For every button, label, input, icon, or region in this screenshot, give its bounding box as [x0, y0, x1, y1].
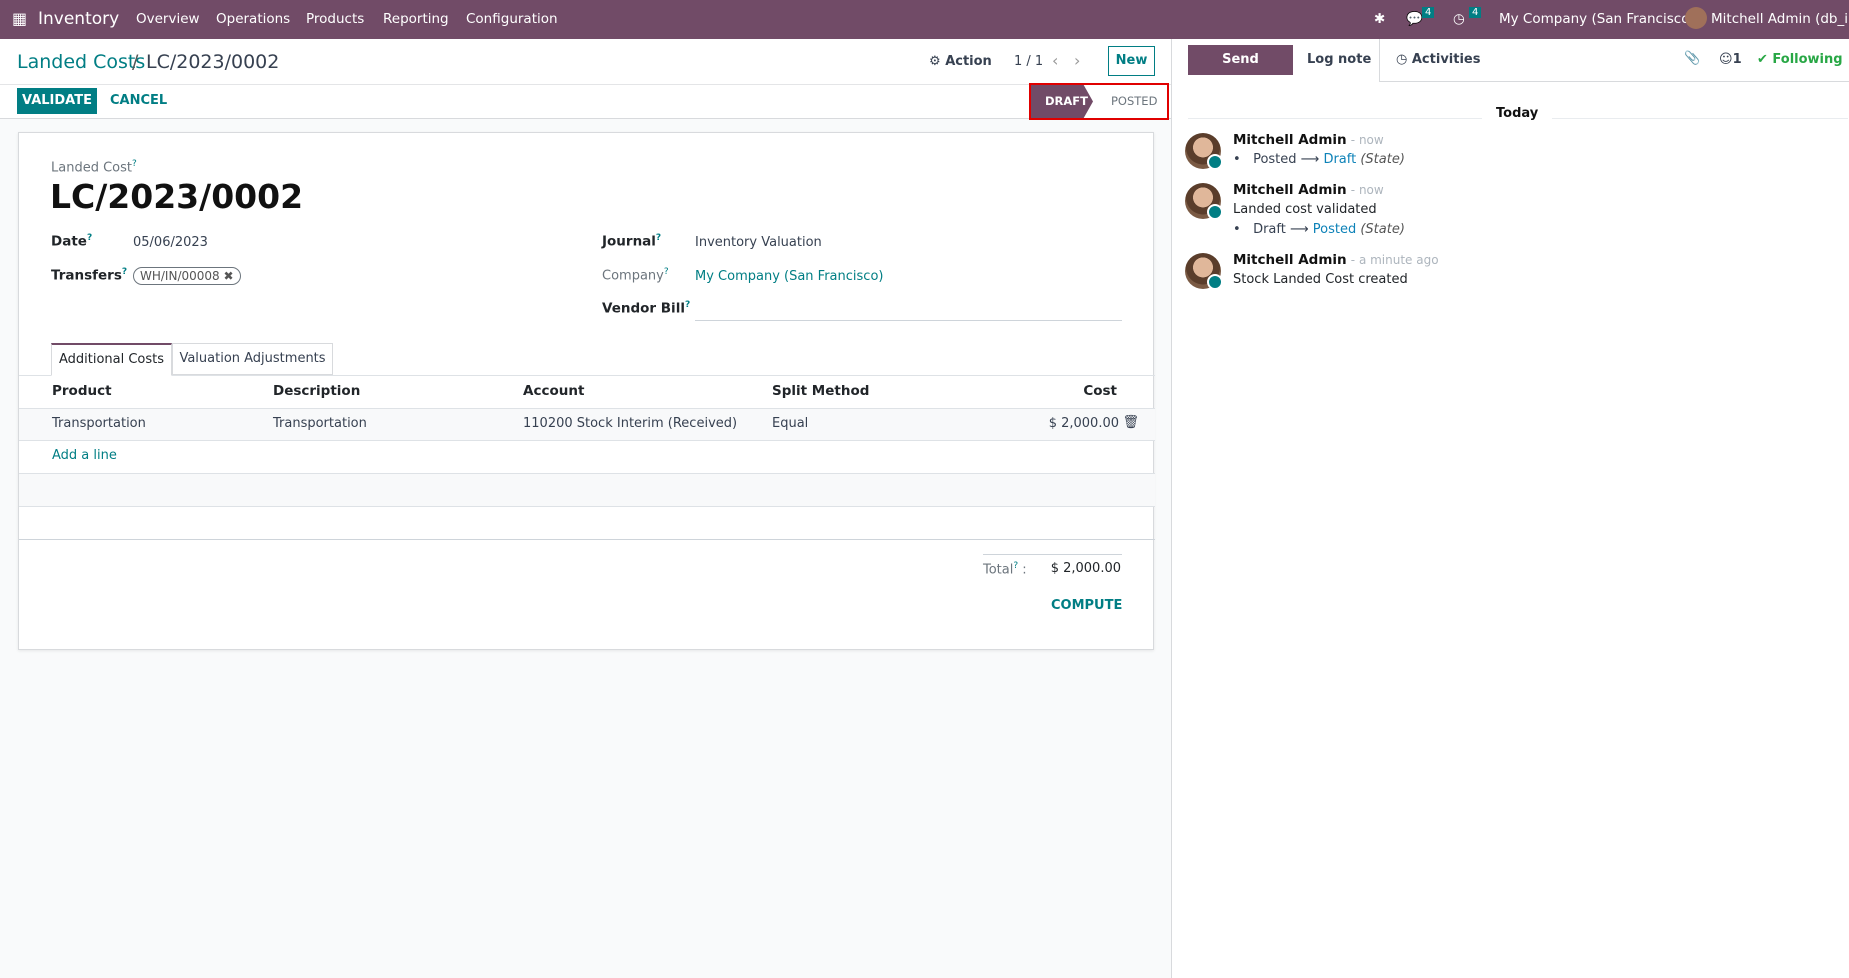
- action-label: Action: [945, 54, 992, 69]
- divider: [19, 539, 1155, 540]
- menu-products[interactable]: Products: [306, 11, 364, 27]
- divider: [19, 506, 1155, 507]
- following-button[interactable]: ✔ Following: [1757, 52, 1843, 67]
- new-button[interactable]: New: [1108, 46, 1155, 76]
- vendor-bill-label: Vendor Bill?: [602, 300, 691, 317]
- breadcrumb-separator: /: [132, 51, 139, 73]
- message-body: Stock Landed Cost created: [1233, 272, 1408, 287]
- status-posted[interactable]: POSTED: [1111, 85, 1157, 118]
- messages-icon[interactable]: 💬: [1406, 11, 1423, 27]
- compute-button[interactable]: COMPUTE: [1051, 598, 1122, 613]
- company-label: Company?: [602, 267, 669, 284]
- app-name[interactable]: Inventory: [38, 9, 119, 29]
- message-body: Landed cost validated: [1233, 202, 1377, 217]
- col-description[interactable]: Description: [273, 383, 360, 399]
- journal-field[interactable]: Inventory Valuation: [695, 235, 822, 250]
- cell-account[interactable]: 110200 Stock Interim (Received): [523, 416, 737, 431]
- pager-value[interactable]: 1 / 1: [1014, 54, 1043, 69]
- journal-label: Journal?: [602, 233, 662, 250]
- date-label: Date?: [51, 233, 93, 250]
- status-bar: DRAFT POSTED: [1029, 83, 1169, 120]
- action-menu[interactable]: ⚙ Action: [929, 54, 992, 69]
- tab-additional-costs[interactable]: Additional Costs: [51, 343, 172, 376]
- tab-valuation-adjustments[interactable]: Valuation Adjustments: [172, 343, 333, 375]
- followers-button[interactable]: ☺1: [1719, 52, 1742, 67]
- cell-cost[interactable]: $ 2,000.00: [1049, 416, 1119, 431]
- user-icon: ☺: [1719, 52, 1733, 67]
- validate-button[interactable]: VALIDATE: [17, 88, 97, 114]
- menu-configuration[interactable]: Configuration: [466, 11, 558, 27]
- pager-previous-icon[interactable]: ‹: [1052, 51, 1058, 70]
- menu-overview[interactable]: Overview: [136, 11, 200, 27]
- log-note-button[interactable]: Log note: [1307, 45, 1371, 75]
- status-draft[interactable]: DRAFT: [1031, 85, 1093, 118]
- company-switcher[interactable]: My Company (San Francisco): [1499, 11, 1695, 27]
- form-sheet: Landed Cost? LC/2023/0002 Date? 05/06/20…: [18, 132, 1155, 650]
- total-label: Total? :: [983, 561, 1027, 578]
- name-label: Landed Cost?: [51, 159, 137, 176]
- remove-tag-icon[interactable]: ✖: [224, 269, 234, 283]
- table-row[interactable]: Transportation Transportation 110200 Sto…: [19, 408, 1155, 440]
- user-menu[interactable]: Mitchell Admin (db_ii): [1711, 11, 1849, 27]
- breadcrumb-current: LC/2023/0002: [146, 51, 280, 73]
- cancel-button[interactable]: CANCEL: [110, 88, 167, 114]
- paperclip-icon[interactable]: 📎: [1684, 51, 1700, 66]
- breadcrumb-parent[interactable]: Landed Costs: [17, 51, 145, 73]
- transfer-tag[interactable]: WH/IN/00008 ✖: [133, 267, 241, 285]
- control-panel: Landed Costs / LC/2023/0002 ⚙ Action 1 /…: [0, 39, 1171, 120]
- divider: [0, 84, 1171, 85]
- today-label: Today: [1482, 106, 1553, 121]
- col-account[interactable]: Account: [523, 383, 584, 399]
- col-product[interactable]: Product: [52, 383, 112, 399]
- cell-split-method[interactable]: Equal: [772, 416, 808, 431]
- vendor-bill-input[interactable]: [695, 295, 1122, 321]
- activities-clock-icon[interactable]: ◷: [1453, 11, 1465, 27]
- record-name: LC/2023/0002: [50, 177, 304, 216]
- tracking-value: • Posted ⟶ Draft (State): [1233, 152, 1405, 167]
- cell-product[interactable]: Transportation: [52, 416, 146, 431]
- trash-icon[interactable]: 🗑: [1122, 415, 1139, 430]
- menu-reporting[interactable]: Reporting: [383, 11, 449, 27]
- menu-operations[interactable]: Operations: [216, 11, 290, 27]
- gear-icon: ⚙: [929, 54, 941, 69]
- messages-badge: 4: [1422, 7, 1435, 18]
- author-avatar[interactable]: [1185, 133, 1223, 170]
- apps-menu-icon[interactable]: ▦: [12, 9, 27, 28]
- date-field[interactable]: 05/06/2023: [133, 235, 208, 250]
- col-cost[interactable]: Cost: [1083, 383, 1117, 399]
- company-field[interactable]: My Company (San Francisco): [695, 269, 883, 284]
- activities-button[interactable]: ◷ Activities: [1396, 45, 1480, 75]
- author-avatar[interactable]: [1185, 183, 1223, 220]
- empty-row: [19, 473, 1155, 506]
- total-value: $ 2,000.00: [1050, 561, 1121, 576]
- message-header: Mitchell Admin - now: [1233, 182, 1384, 198]
- top-navbar: ▦ Inventory Overview Operations Products…: [0, 0, 1849, 39]
- tracking-value: • Draft ⟶ Posted (State): [1233, 222, 1405, 237]
- pager-next-icon[interactable]: ›: [1074, 51, 1080, 70]
- debug-bug-icon[interactable]: ✱: [1374, 11, 1385, 27]
- message-header: Mitchell Admin - now: [1233, 132, 1384, 148]
- message-header: Mitchell Admin - a minute ago: [1233, 252, 1439, 268]
- user-avatar[interactable]: [1685, 7, 1707, 29]
- chatter: Send message Log note ◷ Activities 📎 ☺1 …: [1171, 39, 1849, 978]
- add-line-link[interactable]: Add a line: [52, 448, 117, 463]
- activities-badge: 4: [1469, 7, 1482, 18]
- col-split-method[interactable]: Split Method: [772, 383, 869, 399]
- send-message-button[interactable]: Send message: [1188, 45, 1293, 97]
- divider: [19, 440, 1155, 441]
- divider: [19, 375, 1155, 376]
- author-avatar[interactable]: [1185, 253, 1223, 290]
- clock-icon: ◷: [1396, 52, 1408, 67]
- transfers-label: Transfers?: [51, 267, 128, 284]
- total-divider: [983, 554, 1122, 555]
- cell-description[interactable]: Transportation: [273, 416, 367, 431]
